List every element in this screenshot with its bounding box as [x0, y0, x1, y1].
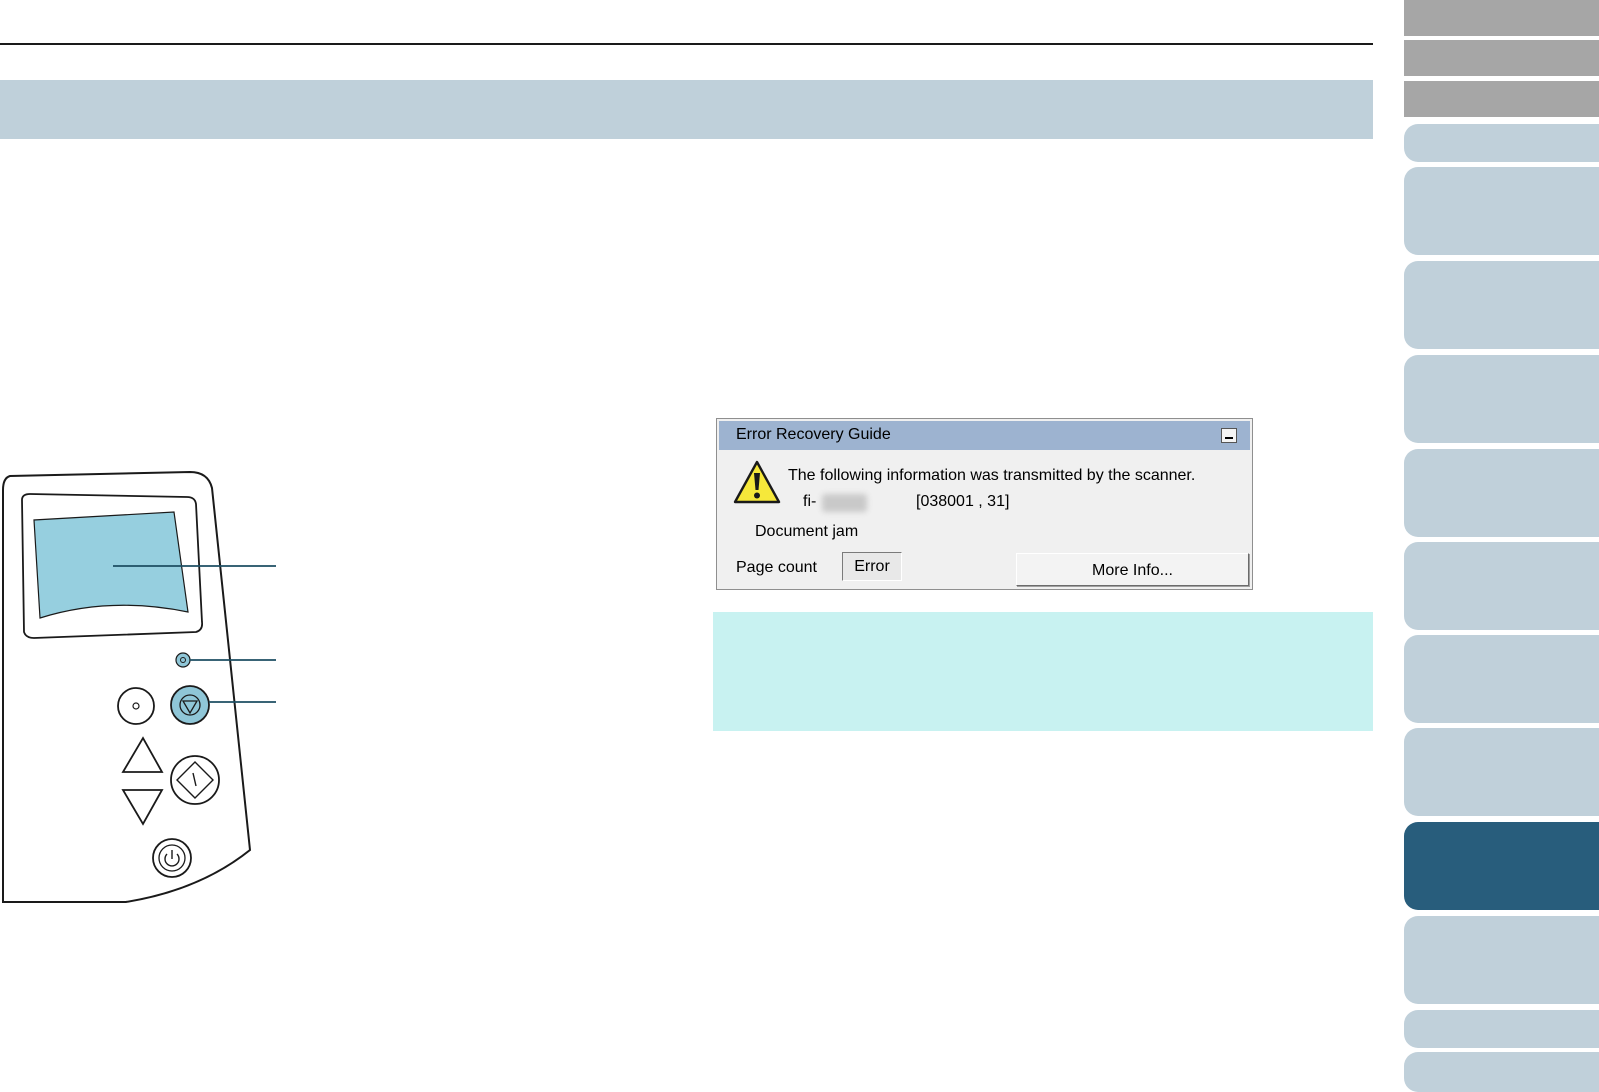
side-tab-12-active[interactable] — [1404, 822, 1599, 910]
menu-button-icon[interactable] — [117, 687, 155, 725]
side-tab-15[interactable] — [1404, 1052, 1599, 1092]
error-recovery-dialog: Error Recovery Guide The following infor… — [716, 418, 1253, 590]
side-tab-1[interactable] — [1404, 0, 1599, 36]
side-tab-14[interactable] — [1404, 1010, 1599, 1048]
page-count-field: Error — [842, 552, 902, 581]
side-tab-6[interactable] — [1404, 261, 1599, 349]
side-tab-11[interactable] — [1404, 728, 1599, 816]
page-count-label: Page count — [736, 559, 817, 576]
side-tab-3[interactable] — [1404, 81, 1599, 117]
stop-button-icon[interactable] — [170, 685, 210, 725]
side-tab-2[interactable] — [1404, 40, 1599, 76]
side-tab-8[interactable] — [1404, 449, 1599, 537]
more-info-button[interactable]: More Info... — [1016, 553, 1249, 586]
dialog-message: The following information was transmitte… — [788, 467, 1196, 484]
lcd-screen — [33, 511, 189, 619]
top-rule — [0, 43, 1373, 45]
side-tab-13[interactable] — [1404, 916, 1599, 1004]
scanner-model-prefix: fi- — [803, 493, 817, 510]
side-tab-4[interactable] — [1404, 124, 1599, 162]
scanner-model-redacted — [822, 494, 867, 512]
side-tab-5[interactable] — [1404, 167, 1599, 255]
side-tab-7[interactable] — [1404, 355, 1599, 443]
dialog-titlebar: Error Recovery Guide — [719, 421, 1250, 450]
section-heading-band — [0, 80, 1373, 139]
error-status: Document jam — [755, 523, 859, 540]
operator-panel-illustration — [2, 470, 276, 903]
dialog-title: Error Recovery Guide — [736, 426, 891, 443]
hint-box — [713, 612, 1373, 731]
warning-icon — [733, 460, 781, 504]
indicator-lamp-icon — [175, 652, 191, 668]
side-tab-10[interactable] — [1404, 635, 1599, 723]
minimize-icon[interactable] — [1221, 428, 1237, 443]
side-tab-9[interactable] — [1404, 542, 1599, 630]
error-code: [038001 , 31] — [916, 493, 1010, 510]
